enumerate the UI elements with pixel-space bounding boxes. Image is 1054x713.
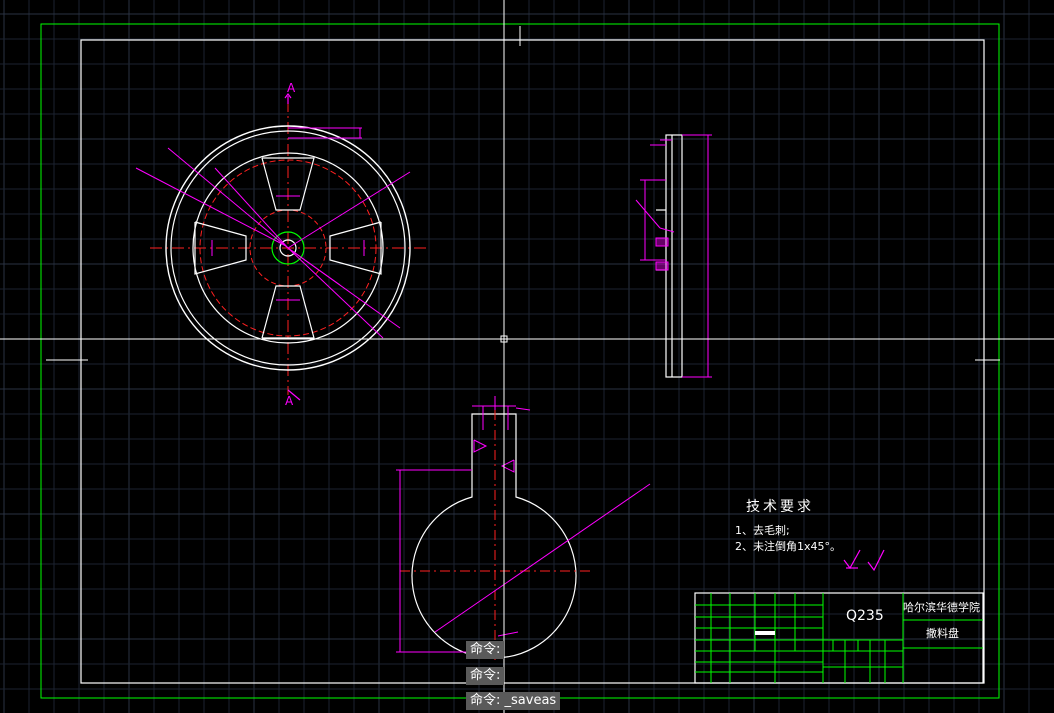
title-block: Q235 哈尔滨华德学院 撒料盘	[694, 592, 984, 684]
background-grid	[0, 0, 1054, 713]
command-line-3[interactable]: 命令: _saveas	[466, 692, 561, 710]
material-label: Q235	[846, 608, 884, 624]
outer-border	[40, 23, 1000, 699]
inner-frame	[80, 39, 985, 684]
command-line-1: 命令:	[466, 641, 505, 659]
side-section-view[interactable]	[635, 134, 712, 378]
crosshair-cursor	[0, 0, 1054, 713]
tech-req-title: 技术要求	[746, 499, 814, 515]
technical-requirements: 技术要求 1、去毛刺; 2、未注倒角1x45°。	[735, 499, 841, 553]
section-mark-top: A	[287, 81, 296, 95]
surface-roughness-symbol	[843, 549, 885, 572]
tech-req-item-2: 2、未注倒角1x45°。	[735, 539, 841, 553]
school-name: 哈尔滨华德学院	[903, 600, 980, 614]
command-line-2: 命令:	[466, 667, 505, 685]
cad-drawing-canvas[interactable]: A A 技术要求 1、去毛刺; 2、未注倒角1x45°。 Q235 哈尔滨华德学…	[0, 0, 1054, 713]
section-mark-bottom: A	[285, 394, 294, 408]
section-a-a-view[interactable]	[396, 396, 651, 660]
front-view-wheel[interactable]: A A	[135, 81, 430, 408]
part-name: 撒料盘	[926, 626, 959, 640]
tech-req-item-1: 1、去毛刺;	[735, 524, 790, 537]
